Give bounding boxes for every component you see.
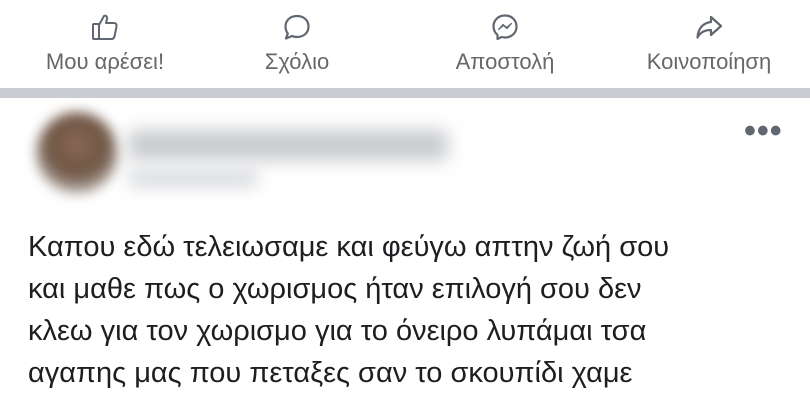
send-label: Αποστολή bbox=[455, 49, 555, 74]
thumbs-up-icon bbox=[90, 12, 120, 42]
post-action-bar: Μου αρέσει! Σχόλιο Αποστολή Κοινοποίηση bbox=[0, 0, 810, 88]
like-label: Μου αρέσει! bbox=[45, 49, 165, 74]
author-name-blurred[interactable] bbox=[128, 130, 448, 160]
comment-button[interactable]: Σχόλιο bbox=[222, 0, 372, 88]
comment-label: Σχόλιο bbox=[264, 49, 330, 74]
post-meta-blurred bbox=[128, 168, 258, 188]
post-card: ••• Καπου εδώ τελειωσαμε και φεύγω απτην… bbox=[0, 98, 810, 401]
share-label: Κοινοποίηση bbox=[646, 49, 772, 74]
more-options-button[interactable]: ••• bbox=[744, 114, 788, 148]
avatar[interactable] bbox=[36, 112, 118, 194]
comment-icon bbox=[282, 12, 312, 42]
share-icon bbox=[694, 12, 724, 42]
like-button[interactable]: Μου αρέσει! bbox=[20, 0, 190, 88]
share-button[interactable]: Κοινοποίηση bbox=[624, 0, 794, 88]
send-button[interactable]: Αποστολή bbox=[430, 0, 580, 88]
section-divider bbox=[0, 88, 810, 98]
messenger-icon bbox=[490, 12, 520, 42]
post-text: Καπου εδώ τελειωσαμε και φεύγω απτην ζωή… bbox=[28, 231, 670, 389]
